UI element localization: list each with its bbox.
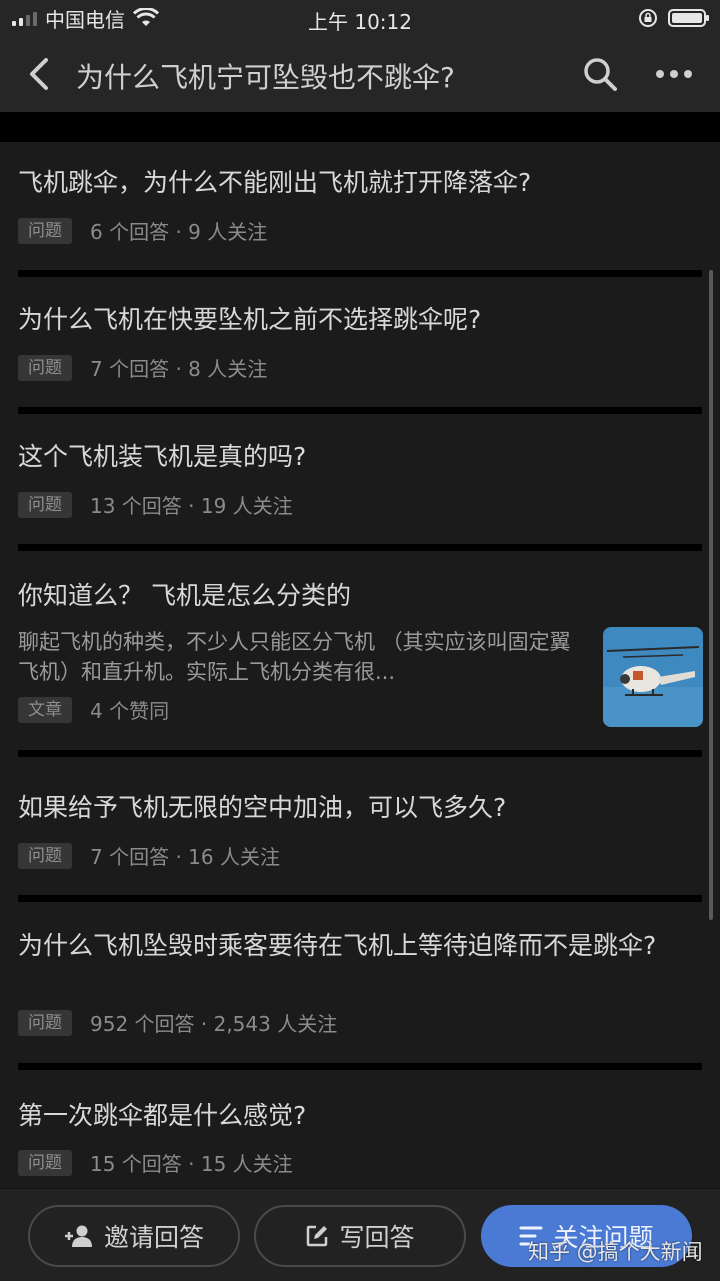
helicopter-image <box>603 627 703 727</box>
status-time: 上午 10:12 <box>308 10 412 34</box>
item-meta: 问题 952 个回答 · 2,543 人关注 <box>18 1008 337 1037</box>
item-tag: 问题 <box>18 1009 72 1036</box>
search-icon[interactable] <box>582 56 618 92</box>
item-tag: 问题 <box>18 1149 72 1176</box>
item-meta: 问题 6 个回答 · 9 人关注 <box>18 216 267 245</box>
write-answer-label: 写回答 <box>339 1223 415 1252</box>
item-separator <box>18 544 702 551</box>
item-tag: 问题 <box>18 842 72 869</box>
item-tag: 问题 <box>18 217 72 244</box>
item-stats: 952 个回答 · 2,543 人关注 <box>90 1012 338 1036</box>
list-item[interactable]: 为什么飞机在快要坠机之前不选择跳伞呢? 问题 7 个回答 · 8 人关注 <box>0 279 720 417</box>
battery-icon <box>668 9 709 27</box>
item-stats: 15 个回答 · 15 人关注 <box>90 1152 293 1176</box>
item-meta: 问题 7 个回答 · 8 人关注 <box>18 353 267 382</box>
list-item[interactable]: 这个飞机装飞机是真的吗? 问题 13 个回答 · 19 人关注 <box>0 417 720 555</box>
item-separator <box>18 750 702 757</box>
status-bar: 中国电信 上午 10:12 <box>0 0 720 36</box>
list-item[interactable]: 飞机跳伞，为什么不能刚出飞机就打开降落伞? 问题 6 个回答 · 9 人关注 <box>0 142 720 279</box>
item-separator <box>18 895 702 902</box>
item-title[interactable]: 如果给予飞机无限的空中加油，可以飞多久? <box>18 793 702 823</box>
item-title[interactable]: 你知道么？ 飞机是怎么分类的 <box>18 581 702 611</box>
nav-bar: 为什么飞机宁可坠毁也不跳伞? <box>0 36 720 113</box>
edit-icon <box>307 1225 328 1247</box>
item-title[interactable]: 这个飞机装飞机是真的吗? <box>18 442 702 472</box>
header-divider <box>0 112 720 142</box>
item-title[interactable]: 为什么飞机在快要坠机之前不选择跳伞呢? <box>18 305 702 335</box>
item-stats: 7 个回答 · 16 人关注 <box>90 845 280 869</box>
invite-answer-button[interactable]: 邀请回答 <box>28 1205 240 1267</box>
scrollbar[interactable] <box>709 270 713 920</box>
page-title: 为什么飞机宁可坠毁也不跳伞? <box>76 61 455 94</box>
article-thumbnail[interactable] <box>603 627 703 727</box>
bottom-action-bar: 邀请回答 写回答 关注问题 <box>0 1188 720 1281</box>
item-meta: 问题 13 个回答 · 19 人关注 <box>18 490 293 519</box>
watermark: 知乎 @搞个大新闻 <box>528 1240 703 1264</box>
item-separator <box>18 407 702 414</box>
item-tag: 问题 <box>18 354 72 381</box>
item-excerpt: 聊起飞机的种类，不少人只能区分飞机 （其实应该叫固定翼飞机）和直升机。实际上飞机… <box>18 630 571 684</box>
lock-rotation-icon <box>639 9 657 27</box>
item-meta: 问题 7 个回答 · 16 人关注 <box>18 841 280 870</box>
status-right <box>638 6 709 30</box>
item-meta: 文章 4 个赞同 <box>18 695 169 724</box>
list-item-article[interactable]: 你知道么？ 飞机是怎么分类的 聊起飞机的种类，不少人只能区分飞机 （其实应该叫固… <box>0 555 720 768</box>
item-title[interactable]: 飞机跳伞，为什么不能刚出飞机就打开降落伞? <box>18 168 702 198</box>
add-user-icon <box>64 1225 92 1247</box>
more-icon[interactable] <box>654 62 694 86</box>
item-separator <box>18 1063 702 1070</box>
item-title[interactable]: 第一次跳伞都是什么感觉? <box>18 1101 702 1131</box>
list-item[interactable]: 为什么飞机坠毁时乘客要待在飞机上等待迫降而不是跳伞? 问题 952 个回答 · … <box>0 906 720 1074</box>
item-stats: 13 个回答 · 19 人关注 <box>90 494 293 518</box>
back-icon[interactable] <box>22 54 58 94</box>
item-title[interactable]: 为什么飞机坠毁时乘客要待在飞机上等待迫降而不是跳伞? <box>18 931 702 961</box>
list-item[interactable]: 第一次跳伞都是什么感觉? 问题 15 个回答 · 15 人关注 <box>0 1074 720 1194</box>
list-item[interactable]: 如果给予飞机无限的空中加油，可以飞多久? 问题 7 个回答 · 16 人关注 <box>0 768 720 906</box>
item-stats: 6 个回答 · 9 人关注 <box>90 220 268 244</box>
item-stats: 7 个回答 · 8 人关注 <box>90 357 268 381</box>
related-list: 飞机跳伞，为什么不能刚出飞机就打开降落伞? 问题 6 个回答 · 9 人关注 为… <box>0 142 720 1194</box>
write-answer-button[interactable]: 写回答 <box>254 1205 466 1267</box>
item-tag: 文章 <box>18 696 72 723</box>
item-stats: 4 个赞同 <box>90 699 170 723</box>
item-tag: 问题 <box>18 491 72 518</box>
item-meta: 问题 15 个回答 · 15 人关注 <box>18 1148 293 1177</box>
item-separator <box>18 270 702 277</box>
invite-answer-label: 邀请回答 <box>103 1223 204 1252</box>
